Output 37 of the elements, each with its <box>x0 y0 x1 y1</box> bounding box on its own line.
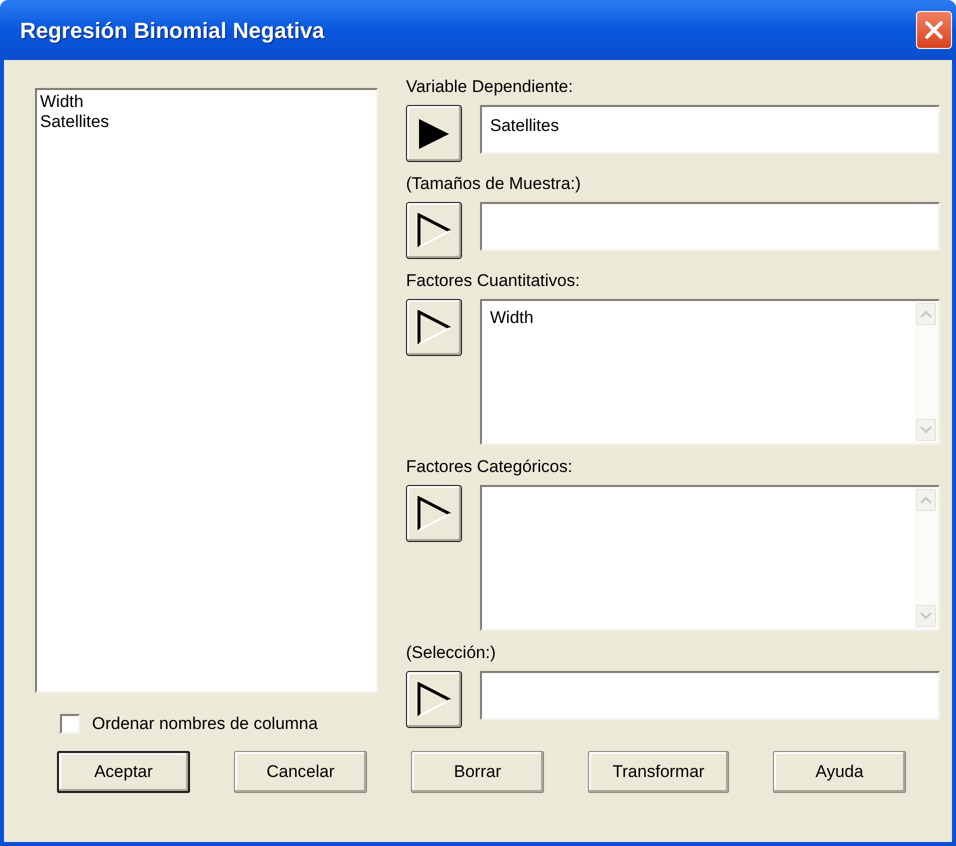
list-item[interactable]: Width <box>490 307 914 328</box>
field-label: (Selección:) <box>406 642 497 662</box>
window-title: Regresión Binomial Negativa <box>20 16 324 45</box>
chevron-down-icon <box>920 426 932 434</box>
arrow-button[interactable] <box>406 105 462 162</box>
dialog-button[interactable]: Cancelar <box>234 750 367 792</box>
triangle-icon <box>416 496 452 532</box>
arrow-button[interactable] <box>406 485 462 542</box>
input-field[interactable]: Satellites <box>480 105 940 154</box>
list-box[interactable]: Width <box>480 299 940 445</box>
checkbox[interactable] <box>60 714 80 734</box>
dialog-button[interactable]: Aceptar <box>57 750 190 792</box>
chevron-up-icon <box>920 496 932 504</box>
column-list[interactable]: Width Satellites <box>35 88 378 693</box>
dialog-button[interactable]: Borrar <box>411 750 544 792</box>
arrow-button[interactable] <box>406 671 462 728</box>
list-item[interactable]: Satellites <box>40 112 376 132</box>
input-field[interactable] <box>480 671 940 720</box>
close-button[interactable] <box>916 11 952 49</box>
dialog-button[interactable]: Ayuda <box>773 750 906 792</box>
checkbox-label: Ordenar nombres de columna <box>92 713 318 735</box>
field-label: Factores Categóricos: <box>406 456 574 476</box>
field-label: Factores Cuantitativos: <box>406 270 581 290</box>
triangle-icon <box>416 212 452 248</box>
input-field[interactable] <box>480 202 940 251</box>
chevron-up-icon <box>920 310 932 318</box>
close-icon <box>924 20 944 40</box>
field-label: Variable Dependiente: <box>406 76 574 96</box>
arrow-button[interactable] <box>406 202 462 259</box>
list-item[interactable]: Width <box>40 92 376 112</box>
triangle-icon <box>417 116 451 150</box>
field-label: (Tamaños de Muestra:) <box>406 173 582 193</box>
triangle-icon <box>416 682 452 718</box>
triangle-icon <box>416 310 452 346</box>
chevron-down-icon <box>920 612 932 620</box>
arrow-button[interactable] <box>406 299 462 356</box>
dialog-button[interactable]: Transformar <box>588 750 729 792</box>
